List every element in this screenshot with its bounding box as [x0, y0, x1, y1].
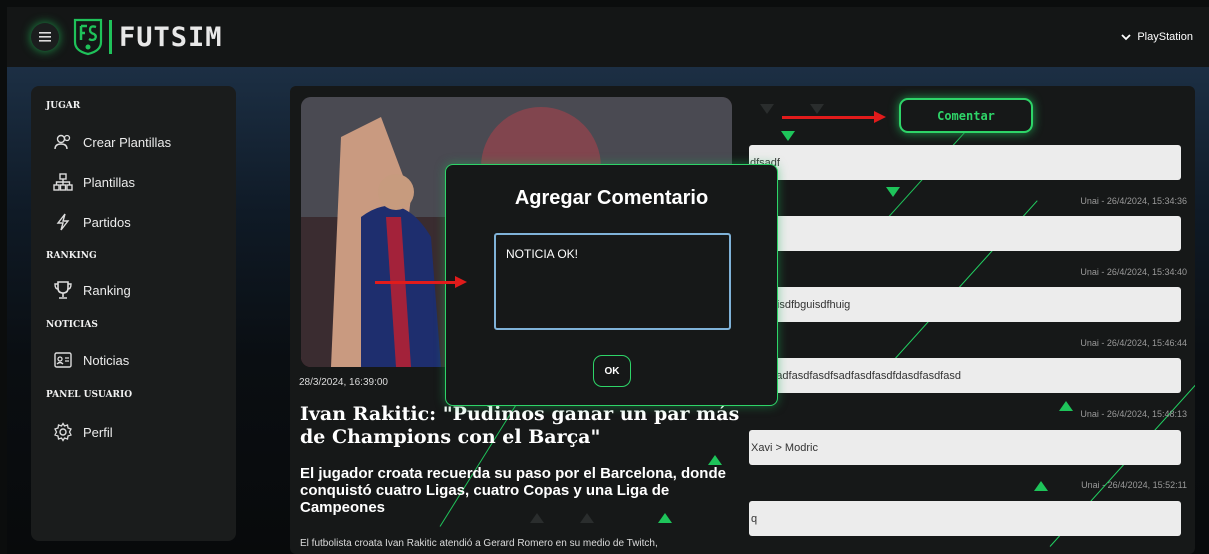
logo-divider: [109, 20, 112, 54]
sidebar-item-noticias[interactable]: Noticias: [53, 350, 129, 370]
sidebar-item-crear-plantillas[interactable]: Crear Plantillas: [53, 132, 171, 152]
news-date: 28/3/2024, 16:39:00: [299, 377, 388, 388]
news-body: El futbolista croata Ivan Rakitic atendi…: [300, 538, 658, 549]
sidebar-item-perfil[interactable]: Perfil: [53, 422, 113, 442]
id-card-icon: [54, 352, 72, 368]
comment-item: dfsadf: [749, 145, 1181, 180]
comment-item: asdf: [749, 216, 1181, 251]
comment-button[interactable]: Comentar: [899, 98, 1033, 133]
sidebar-item-label: Partidos: [83, 214, 131, 230]
news-title: Ivan Rakitic: "Pudimos ganar un par más …: [300, 403, 740, 448]
sidebar-item-ranking[interactable]: Ranking: [53, 280, 131, 300]
menu-toggle-button[interactable]: [31, 23, 59, 51]
decor-triangle: [1034, 481, 1048, 491]
sidebar-item-label: Perfil: [83, 424, 113, 440]
sidebar-item-label: Noticias: [83, 352, 130, 368]
sidebar-item-plantillas[interactable]: Plantillas: [53, 172, 135, 192]
top-bar: FUTSIM PlayStation: [7, 7, 1209, 67]
comment-text: q: [751, 512, 758, 525]
modal-title: Agregar Comentario: [514, 187, 709, 209]
sidebar-item-label: Ranking: [83, 282, 131, 298]
comment-text: Xavi > Modric: [751, 441, 818, 454]
decor-triangle: [781, 131, 795, 141]
sidebar-item-partidos[interactable]: Partidos: [53, 212, 131, 232]
platform-selector[interactable]: PlayStation: [1121, 31, 1193, 43]
comment-item: Xavi > Modric: [749, 430, 1181, 465]
comment-meta: Unai - 26/4/2024, 15:46:44: [1080, 338, 1187, 348]
decor-triangle: [886, 187, 900, 197]
hamburger-icon: [39, 32, 51, 42]
section-title-noticias: NOTICIAS: [46, 320, 98, 330]
hierarchy-icon: [53, 173, 73, 191]
comment-meta: Unai - 26/4/2024, 15:48:13: [1080, 409, 1187, 419]
users-icon: [54, 134, 71, 150]
app-name: FUTSIM: [119, 21, 223, 53]
decor-triangle: [1059, 401, 1073, 411]
comment-text: asdfsadfasdfasdfsadfasdfasdfdasdfasdfasd: [750, 369, 961, 382]
comment-textarea[interactable]: NOTICIA OK!: [494, 233, 731, 330]
futsim-logo-icon: [73, 18, 103, 56]
news-subtitle: El jugador croata recuerda su paso por e…: [300, 465, 726, 516]
platform-label: PlayStation: [1137, 31, 1193, 43]
decor-triangle: [810, 104, 824, 114]
comment-item: asdfsadfasdfasdfsadfasdfasdfdasdfasdfasd: [749, 358, 1181, 393]
decor-triangle: [760, 104, 774, 114]
chevron-down-icon: [1121, 33, 1131, 40]
comment-item: q: [749, 501, 1181, 536]
sidebar-item-label: Plantillas: [83, 174, 136, 190]
add-comment-modal: Agregar Comentario NOTICIA OK! OK: [445, 164, 778, 406]
sidebar-item-label: Crear Plantillas: [83, 134, 172, 150]
sidebar: JUGAR Crear Plantillas Plantillas Partid…: [31, 86, 236, 541]
trophy-icon: [54, 281, 72, 299]
annotation-arrow-icon: [782, 111, 886, 123]
lightning-icon: [56, 213, 70, 231]
section-title-ranking: RANKING: [46, 251, 97, 261]
comment-meta: Unai - 26/4/2024, 15:52:11: [1081, 480, 1187, 490]
comment-item: dsfguisdfbguisdfhuig: [749, 287, 1181, 322]
comment-meta: Unai - 26/4/2024, 15:34:40: [1080, 267, 1187, 277]
annotation-arrow-icon: [375, 276, 467, 288]
ok-button[interactable]: OK: [593, 355, 631, 387]
section-title-panel-usuario: PANEL USUARIO: [46, 390, 133, 400]
decor-triangle: [708, 455, 722, 465]
gear-icon: [54, 422, 72, 442]
comment-meta: Unai - 26/4/2024, 15:34:36: [1080, 196, 1187, 206]
section-title-jugar: JUGAR: [46, 101, 81, 111]
